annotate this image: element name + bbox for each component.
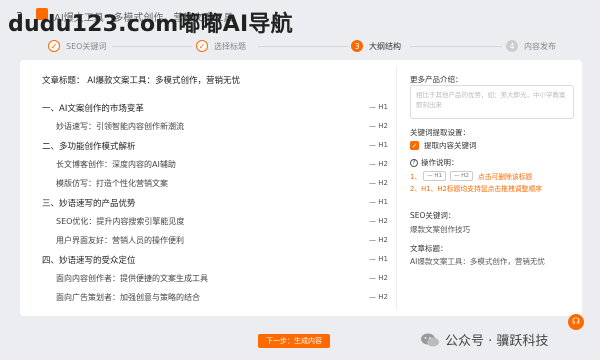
outline-text: 长文博客创作：深度内容的AI辅助 <box>56 160 176 169</box>
step-label: 大纲结构 <box>369 41 401 51</box>
seo-keyword-value: 爆款文案创作技巧 <box>410 225 470 234</box>
step-label: 内容发布 <box>524 41 556 51</box>
outline-list: 一、AI文案创作的市场变革 — H1 妙语速写：引领智能内容创作新潮流 — H2 二… <box>42 98 388 307</box>
outline-item-h1[interactable]: 二、多功能创作模式解析 — H1 <box>42 136 388 155</box>
settings-panel: 更多产品介绍： 相比于其他产品的优势，如：美大即光，中小学教案即刻出来 关键词提… <box>410 60 578 316</box>
step-label: SEO关键词 <box>66 41 107 51</box>
step-label: 选择标题 <box>214 41 246 51</box>
remove-heading-button[interactable]: — H2 <box>369 217 388 225</box>
outline-text: 四、妙语速写的受众定位 <box>42 255 136 266</box>
checkbox-label: 提取内容关键词 <box>424 141 477 150</box>
step-dot: 4 <box>506 40 518 52</box>
outline-text: 模版仿写：打造个性化营销文案 <box>56 179 168 188</box>
outline-panel: 文章标题： AI爆款文案工具：多模式创作，营销无忧 一、AI文案创作的市场变革 —… <box>20 60 396 316</box>
wechat-text: 公众号 · 骥跃科技 <box>445 334 549 349</box>
help-text: 点击可删除该标题 <box>477 173 533 181</box>
intro-label: 更多产品介绍： <box>410 75 463 84</box>
step-select-title[interactable]: ✓ 选择标题 <box>196 38 246 54</box>
outline-item-h1[interactable]: 四、妙语速写的受众定位 — H1 <box>42 250 388 269</box>
outline-item-h2[interactable]: 妙语速写：引领智能内容创作新潮流 — H2 <box>42 117 388 136</box>
article-title-label: 文章标题： <box>410 244 448 253</box>
extract-keywords-checkbox[interactable]: ✓ 提取内容关键词 <box>410 140 477 151</box>
remove-heading-button[interactable]: — H2 <box>369 274 388 282</box>
help-line-1: 1、 — H1 — H2 点击可删除该标题 <box>410 171 532 181</box>
outline-text: 面向内容创作者：提供便捷的文案生成工具 <box>56 274 208 283</box>
step-connector <box>410 46 502 47</box>
remove-heading-button[interactable]: — H2 <box>369 236 388 244</box>
step-connector <box>258 46 348 47</box>
panel-divider <box>396 66 397 310</box>
remove-heading-button[interactable]: — H2 <box>369 293 388 301</box>
seo-keyword-label: SEO关键词： <box>410 211 456 220</box>
article-title: 文章标题： AI爆款文案工具：多模式创作，营销无忧 <box>42 76 241 86</box>
outline-item-h1[interactable]: 三、妙语速写的产品优势 — H1 <box>42 193 388 212</box>
outline-text: 三、妙语速写的产品优势 <box>42 198 136 209</box>
outline-item-h2[interactable]: 模版仿写：打造个性化营销文案 — H2 <box>42 174 388 193</box>
outline-text: 二、多功能创作模式解析 <box>42 141 136 152</box>
remove-heading-button[interactable]: — H1 <box>369 255 388 263</box>
step-dot: 3 <box>351 40 363 52</box>
outline-item-h2[interactable]: 面向广告策划者：加强创意与策略的结合 — H2 <box>42 288 388 307</box>
remove-heading-button[interactable]: — H1 <box>369 141 388 149</box>
keyword-setting-label: 关键词提取设置： <box>410 128 470 137</box>
remove-heading-button[interactable]: — H1 <box>369 198 388 206</box>
outline-item-h1[interactable]: 一、AI文案创作的市场变革 — H1 <box>42 98 388 117</box>
help-line-2: 2、H1、H2标题均支持鼠点击拖拽调整顺序 <box>410 185 542 193</box>
outline-item-h2[interactable]: SEO优化：提升内容搜索引擎能见度 — H2 <box>42 212 388 231</box>
h2-pill: — H2 <box>450 171 473 181</box>
top-bar: 3 AI爆文工具 · 多模式创作，营销文案工具 dudu123.com嘟嘟AI导… <box>0 0 600 37</box>
help-title: ? 操作说明： <box>410 157 459 168</box>
next-step-button[interactable]: 下一步：生成内容 <box>258 334 330 348</box>
remove-heading-button[interactable]: — H2 <box>369 179 388 187</box>
check-icon: ✓ <box>48 40 60 52</box>
help-label: 操作说明： <box>421 158 459 167</box>
outline-card: 文章标题： AI爆款文案工具：多模式创作，营销无忧 一、AI文案创作的市场变革 —… <box>20 60 582 316</box>
outline-text: SEO优化：提升内容搜索引擎能见度 <box>56 217 185 226</box>
wechat-icon <box>421 333 439 346</box>
check-icon: ✓ <box>196 40 208 52</box>
remove-heading-button[interactable]: — H2 <box>369 160 388 168</box>
product-intro-textarea[interactable]: 相比于其他产品的优势，如：美大即光，中小学教案即刻出来 <box>410 85 574 119</box>
outline-text: 妙语速写：引领智能内容创作新潮流 <box>56 122 184 131</box>
step-publish[interactable]: 4 内容发布 <box>506 38 556 54</box>
step-seo-keywords[interactable]: ✓ SEO关键词 <box>48 38 106 54</box>
question-icon: ? <box>410 158 418 167</box>
help-prefix: 1、 <box>410 173 422 181</box>
wechat-watermark: 公众号 · 骥跃科技 <box>420 330 548 349</box>
article-title-value: AI爆款文案工具：多模式创作，营销无忧 <box>410 257 545 266</box>
step-outline[interactable]: 3 大纲结构 <box>351 38 401 54</box>
outline-item-h2[interactable]: 面向内容创作者：提供便捷的文案生成工具 — H2 <box>42 269 388 288</box>
stepper: ✓ SEO关键词 ✓ 选择标题 3 大纲结构 4 内容发布 <box>0 34 600 58</box>
headset-icon[interactable]: ☊ <box>568 314 584 330</box>
step-connector <box>112 46 192 47</box>
outline-text: 用户界面友好：营销人员的操作便利 <box>56 236 184 245</box>
outline-text: 面向广告策划者：加强创意与策略的结合 <box>56 293 200 302</box>
outline-text: 一、AI文案创作的市场变革 <box>42 103 144 114</box>
remove-heading-button[interactable]: — H1 <box>369 103 388 111</box>
remove-heading-button[interactable]: — H2 <box>369 122 388 130</box>
outline-item-h2[interactable]: 用户界面友好：营销人员的操作便利 — H2 <box>42 231 388 250</box>
checkmark-icon: ✓ <box>410 141 419 150</box>
outline-item-h2[interactable]: 长文博客创作：深度内容的AI辅助 — H2 <box>42 155 388 174</box>
h1-pill: — H1 <box>423 171 447 181</box>
